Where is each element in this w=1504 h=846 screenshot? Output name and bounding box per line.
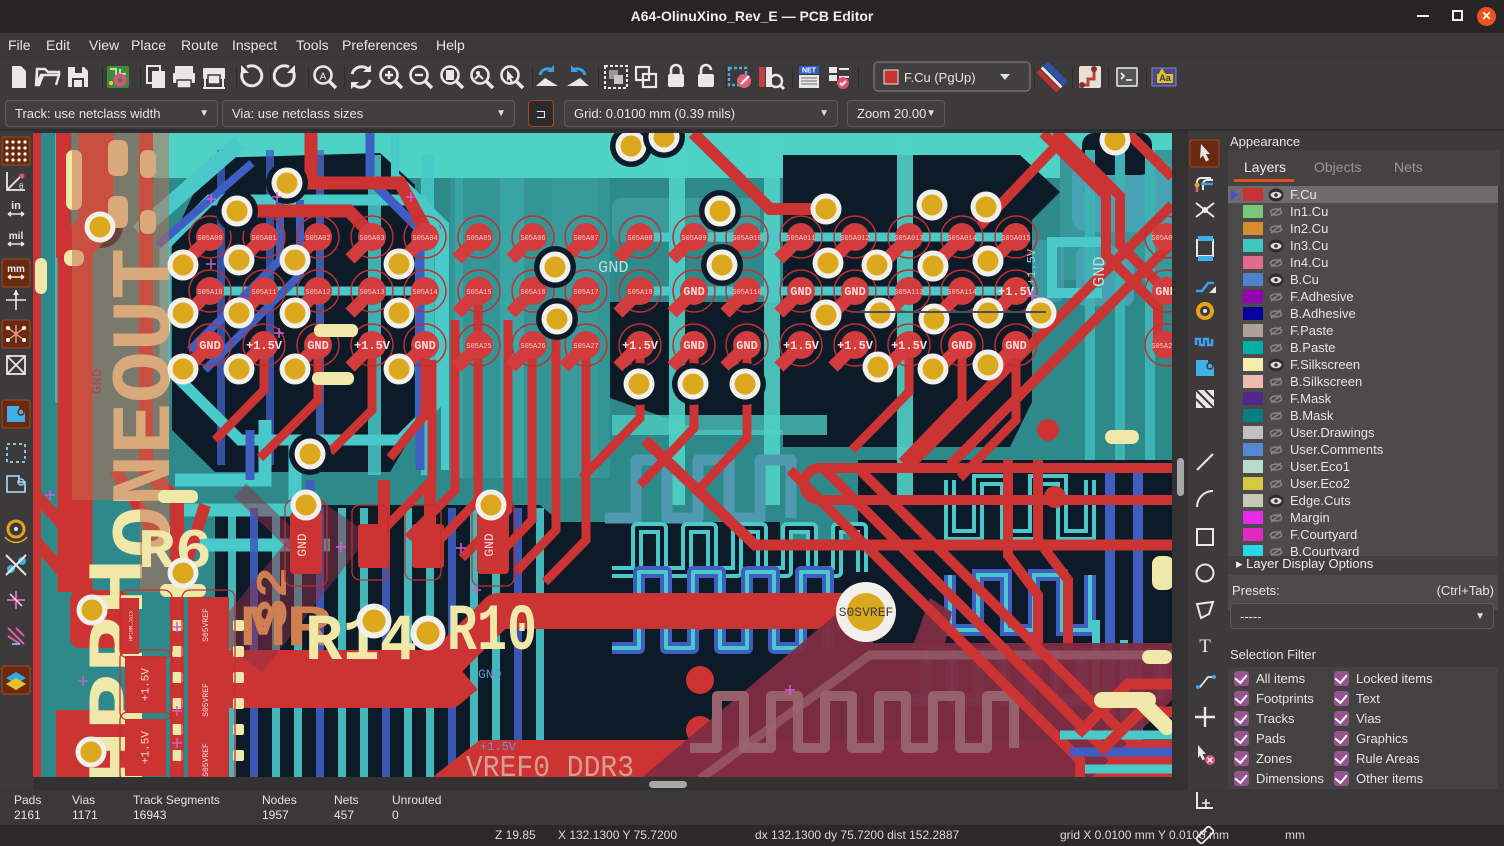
svg-text:S05A110: S05A110 <box>732 289 761 297</box>
svg-text:S05A06: S05A06 <box>520 235 545 243</box>
svg-text:+1.5V: +1.5V <box>246 339 283 353</box>
svg-text:GND: GND <box>307 339 329 353</box>
svg-text:S05A04: S05A04 <box>412 235 437 243</box>
svg-text:HP10M_JA13: HP10M_JA13 <box>129 611 135 641</box>
svg-text:S05A013: S05A013 <box>894 235 923 243</box>
svg-text:S05A08: S05A08 <box>627 235 652 243</box>
svg-text:VREF0 DDR3: VREF0 DDR3 <box>466 751 634 779</box>
svg-text:+1.5V: +1.5V <box>998 285 1035 299</box>
svg-text:S05A01: S05A01 <box>251 235 276 243</box>
svg-text:S05A05: S05A05 <box>466 235 491 243</box>
svg-text:S05VREF: S05VREF <box>202 683 211 717</box>
svg-text:θ: θ <box>19 182 24 191</box>
svg-text:+1.5V: +1.5V <box>141 731 153 764</box>
svg-text:+1.5V: +1.5V <box>141 668 153 701</box>
svg-text:GND: GND <box>683 285 705 299</box>
svg-text:S05A25: S05A25 <box>466 343 491 351</box>
svg-text:S05A010: S05A010 <box>732 235 761 243</box>
svg-text:GND: GND <box>844 285 866 299</box>
svg-text:+1.5V: +1.5V <box>622 339 659 353</box>
svg-text:mm: mm <box>7 264 25 275</box>
svg-text:S05A015: S05A015 <box>1001 235 1030 243</box>
svg-text:S05A18: S05A18 <box>627 289 652 297</box>
svg-text:GND: GND <box>295 533 310 557</box>
svg-text:mil: mil <box>9 231 24 242</box>
svg-text:S05VREF: S05VREF <box>202 608 211 642</box>
svg-text:A: A <box>320 72 327 83</box>
svg-text:S05A02: S05A02 <box>305 235 330 243</box>
svg-text:GND: GND <box>1005 339 1027 353</box>
svg-text:GND: GND <box>414 339 436 353</box>
svg-text:Aa: Aa <box>1159 73 1171 83</box>
svg-text:S05A113: S05A113 <box>894 289 923 297</box>
svg-text:GND: GND <box>1091 256 1110 287</box>
svg-text:S05A09: S05A09 <box>681 235 706 243</box>
svg-text:S05A27: S05A27 <box>573 343 598 351</box>
svg-text:S05A114: S05A114 <box>947 289 976 297</box>
svg-text:GND: GND <box>790 285 812 299</box>
svg-text:GND: GND <box>478 667 502 682</box>
svg-text:GND: GND <box>736 339 758 353</box>
svg-text:in: in <box>11 200 21 212</box>
svg-text:+1.5V: +1.5V <box>1025 248 1039 285</box>
svg-text:+1.5V: +1.5V <box>837 339 874 353</box>
svg-text:S05A11: S05A11 <box>251 289 276 297</box>
svg-text:GND: GND <box>683 339 705 353</box>
svg-text:S05A15: S05A15 <box>466 289 491 297</box>
svg-text:S05A26: S05A26 <box>520 343 545 351</box>
svg-text:F.Cu (PgUp): F.Cu (PgUp) <box>904 70 976 85</box>
svg-text:S05A011: S05A011 <box>786 235 815 243</box>
svg-text:S05A16: S05A16 <box>520 289 545 297</box>
svg-text:GND: GND <box>951 339 973 353</box>
svg-text:S05A03: S05A03 <box>359 235 384 243</box>
svg-text:S05A17: S05A17 <box>573 289 598 297</box>
svg-text:GND: GND <box>482 533 497 557</box>
svg-text:S05A016: S05A016 <box>1151 235 1172 243</box>
svg-text:+1.5V: +1.5V <box>783 339 820 353</box>
svg-text:S05A10: S05A10 <box>197 289 222 297</box>
svg-text:S05A012: S05A012 <box>840 235 869 243</box>
svg-text:S05VREF: S05VREF <box>202 743 211 777</box>
svg-text:GND: GND <box>90 369 106 394</box>
svg-text:S0SVREF: S0SVREF <box>839 605 894 620</box>
svg-text:S05A07: S05A07 <box>573 235 598 243</box>
svg-text:S05A014: S05A014 <box>947 235 976 243</box>
svg-text:GND: GND <box>199 339 221 353</box>
svg-text:S05A00: S05A00 <box>197 235 222 243</box>
svg-text:+1.5V: +1.5V <box>480 740 517 754</box>
svg-text:R10: R10 <box>447 594 537 669</box>
svg-text:S05A216: S05A216 <box>1151 343 1172 351</box>
svg-text:S05A12: S05A12 <box>305 289 330 297</box>
svg-text:T: T <box>1199 636 1211 657</box>
svg-text:GND: GND <box>598 259 629 278</box>
svg-text:+1.5V: +1.5V <box>354 339 391 353</box>
svg-text:NET: NET <box>802 68 817 75</box>
svg-text:+1.5V: +1.5V <box>891 339 928 353</box>
svg-text:GND: GND <box>1155 285 1172 299</box>
svg-text:S05A13: S05A13 <box>359 289 384 297</box>
svg-text:S05A14: S05A14 <box>412 289 437 297</box>
